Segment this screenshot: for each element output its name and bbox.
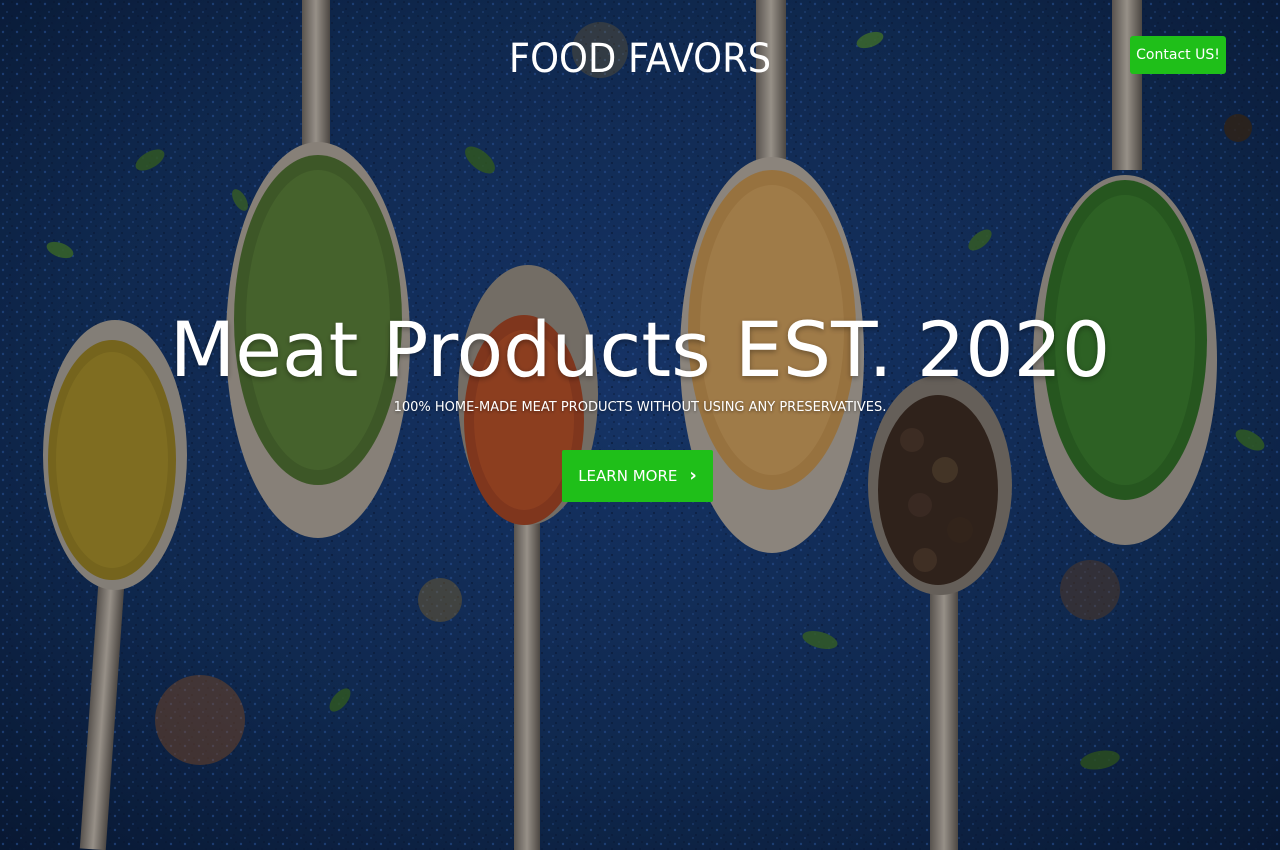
chevron-right-icon: › (689, 465, 697, 486)
brand-logo-text: FOOD FAVORS (508, 36, 772, 82)
contact-us-button[interactable]: Contact US! (1130, 36, 1226, 74)
dark-overlay (0, 0, 1280, 850)
learn-more-label: LEARN MORE (578, 467, 678, 485)
hero-section: FOOD FAVORS Contact US! Meat Products ES… (0, 0, 1280, 850)
learn-more-button[interactable]: LEARN MORE › (562, 450, 713, 502)
hero-headline: Meat Products EST. 2020 (169, 305, 1111, 394)
hero-subheadline: 100% HOME-MADE MEAT PRODUCTS WITHOUT USI… (393, 400, 887, 415)
